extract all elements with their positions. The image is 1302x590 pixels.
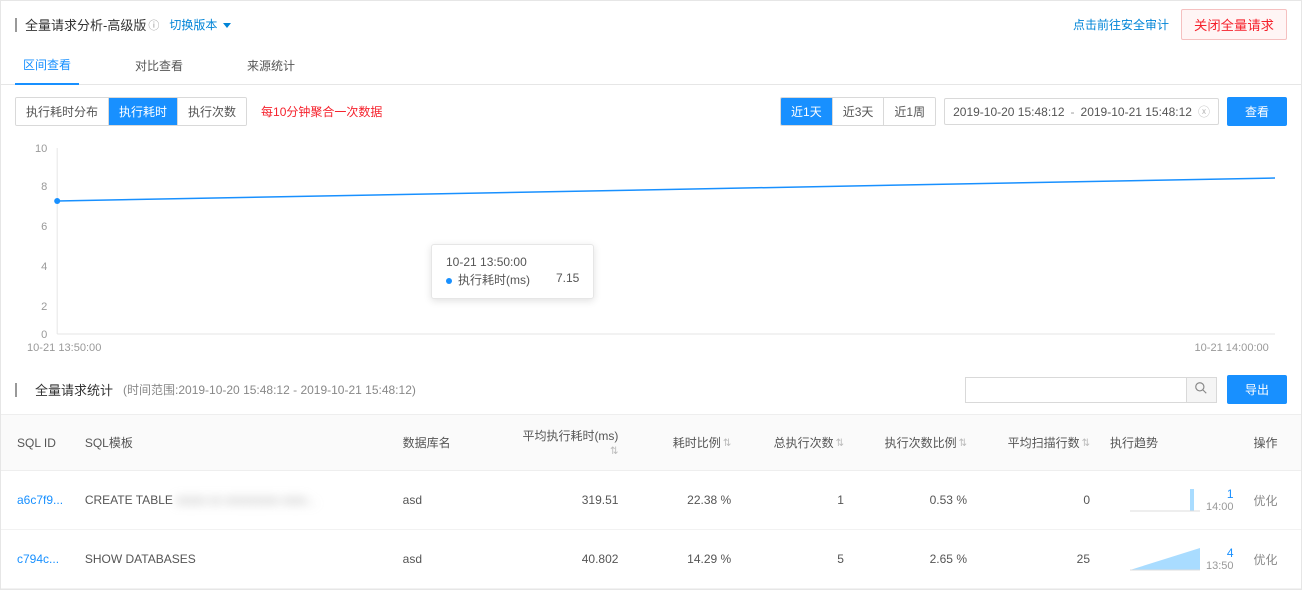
chevron-down-icon (223, 23, 231, 28)
chart-svg: 10 8 6 4 2 0 10-21 13:50:00 10-21 14:00:… (27, 138, 1275, 354)
page-title: 全量请求分析-高级版 (25, 15, 146, 34)
section-subtitle: (时间范围:2019-10-20 15:48:12 - 2019-10-21 1… (123, 381, 416, 398)
time-sep: - (1071, 105, 1075, 119)
svg-text:8: 8 (41, 181, 47, 193)
metric-count-button[interactable]: 执行次数 (178, 98, 246, 125)
clear-time-icon[interactable]: ⓧ (1198, 103, 1210, 120)
trend-time: 14:00 (1206, 501, 1234, 513)
sort-icon: ⇅ (1082, 441, 1090, 446)
trend-time: 13:50 (1206, 560, 1234, 572)
exec-pct-cell: 0.53 % (854, 471, 977, 530)
tab-compare[interactable]: 对比查看 (127, 47, 191, 84)
svg-text:4: 4 (41, 261, 47, 273)
tab-interval[interactable]: 区间查看 (15, 46, 79, 85)
time-range-picker[interactable]: 2019-10-20 15:48:12 - 2019-10-21 15:48:1… (944, 98, 1219, 125)
avg-time-cell: 40.802 (505, 530, 628, 589)
spark-chart (1130, 546, 1200, 572)
svg-text:0: 0 (41, 329, 47, 341)
aggregation-hint: 每10分钟聚合一次数据 (261, 103, 382, 120)
avg-time-cell: 319.51 (505, 471, 628, 530)
svg-text:10-21 13:50:00: 10-21 13:50:00 (27, 342, 101, 354)
range-3d-button[interactable]: 近3天 (833, 98, 885, 125)
svg-text:10: 10 (35, 143, 47, 155)
search-button[interactable] (1186, 378, 1216, 402)
col-exec-count[interactable]: 总执行次数⇅ (741, 415, 854, 471)
metric-toggle-group: 执行耗时分布 执行耗时 执行次数 (15, 97, 247, 126)
trend-spark: 413:50 (1110, 546, 1234, 572)
range-1w-button[interactable]: 近1周 (884, 98, 935, 125)
table-header-row: SQL ID SQL模板 数据库名 平均执行耗时(ms)⇅ 耗时比例⇅ 总执行次… (1, 415, 1301, 471)
sql-stats-table: SQL ID SQL模板 数据库名 平均执行耗时(ms)⇅ 耗时比例⇅ 总执行次… (1, 414, 1301, 589)
metric-time-button[interactable]: 执行耗时 (109, 98, 178, 125)
switch-version-link[interactable]: 切换版本 (169, 16, 230, 33)
tab-source[interactable]: 来源统计 (239, 47, 303, 84)
trend-value: 1 (1227, 487, 1234, 501)
scan-rows-cell: 25 (977, 530, 1100, 589)
range-1d-button[interactable]: 近1天 (781, 98, 833, 125)
col-trend[interactable]: 执行趋势 (1100, 415, 1244, 471)
search-icon (1194, 381, 1208, 395)
section-marker (15, 383, 17, 397)
optimize-link[interactable]: 优化 (1254, 553, 1278, 567)
table-row: a6c7f9... CREATE TABLE xxxxx xx xxxxxxxx… (1, 471, 1301, 530)
export-button[interactable]: 导出 (1227, 375, 1287, 404)
close-full-request-button[interactable]: 关闭全量请求 (1181, 9, 1287, 40)
spark-chart (1130, 487, 1200, 513)
sql-id-link[interactable]: a6c7f9... (17, 493, 63, 507)
col-time-pct[interactable]: 耗时比例⇅ (628, 415, 741, 471)
time-to: 2019-10-21 15:48:12 (1081, 105, 1192, 119)
exec-count-cell: 5 (741, 530, 854, 589)
title-marker (15, 18, 17, 32)
time-pct-cell: 22.38 % (628, 471, 741, 530)
col-exec-pct[interactable]: 执行次数比例⇅ (854, 415, 977, 471)
range-toggle-group: 近1天 近3天 近1周 (780, 97, 936, 126)
sort-icon: ⇅ (836, 441, 844, 446)
scan-rows-cell: 0 (977, 471, 1100, 530)
section-title: 全量请求统计 (35, 380, 113, 399)
svg-text:2: 2 (41, 301, 47, 313)
svg-text:6: 6 (41, 221, 47, 233)
svg-text:10-21 14:00:00: 10-21 14:00:00 (1194, 342, 1268, 354)
trend-value: 4 (1227, 546, 1234, 560)
trend-spark: 114:00 (1110, 487, 1234, 513)
audit-link[interactable]: 点击前往安全审计 (1073, 16, 1169, 33)
time-from: 2019-10-20 15:48:12 (953, 105, 1064, 119)
metric-dist-button[interactable]: 执行耗时分布 (16, 98, 109, 125)
time-pct-cell: 14.29 % (628, 530, 741, 589)
view-button[interactable]: 查看 (1227, 97, 1287, 126)
sort-icon: ⇅ (959, 441, 967, 446)
col-avg-time[interactable]: 平均执行耗时(ms)⇅ (505, 415, 628, 471)
col-ops: 操作 (1244, 415, 1301, 471)
search-box (965, 377, 1217, 403)
col-db[interactable]: 数据库名 (393, 415, 506, 471)
db-cell: asd (393, 530, 506, 589)
chart-area: 10 8 6 4 2 0 10-21 13:50:00 10-21 14:00:… (1, 138, 1301, 365)
switch-version-label: 切换版本 (169, 18, 217, 32)
sort-icon: ⇅ (723, 441, 731, 446)
exec-count-cell: 1 (741, 471, 854, 530)
db-cell: asd (393, 471, 506, 530)
col-sqlid[interactable]: SQL ID (1, 415, 75, 471)
exec-pct-cell: 2.65 % (854, 530, 977, 589)
sql-template-cell: SHOW DATABASES (75, 530, 393, 589)
sql-id-link[interactable]: c794c... (17, 552, 59, 566)
help-icon[interactable]: ⓘ (148, 17, 159, 33)
table-row: c794c... SHOW DATABASES asd 40.802 14.29… (1, 530, 1301, 589)
col-template[interactable]: SQL模板 (75, 415, 393, 471)
main-tabs: 区间查看 对比查看 来源统计 (1, 46, 1301, 85)
sql-template-cell: CREATE TABLE xxxxx xx xxxxxxxxx xxxx... (75, 471, 393, 530)
optimize-link[interactable]: 优化 (1254, 494, 1278, 508)
col-scan-rows[interactable]: 平均扫描行数⇅ (977, 415, 1100, 471)
sort-icon: ⇅ (610, 449, 618, 454)
search-input[interactable] (966, 378, 1186, 402)
